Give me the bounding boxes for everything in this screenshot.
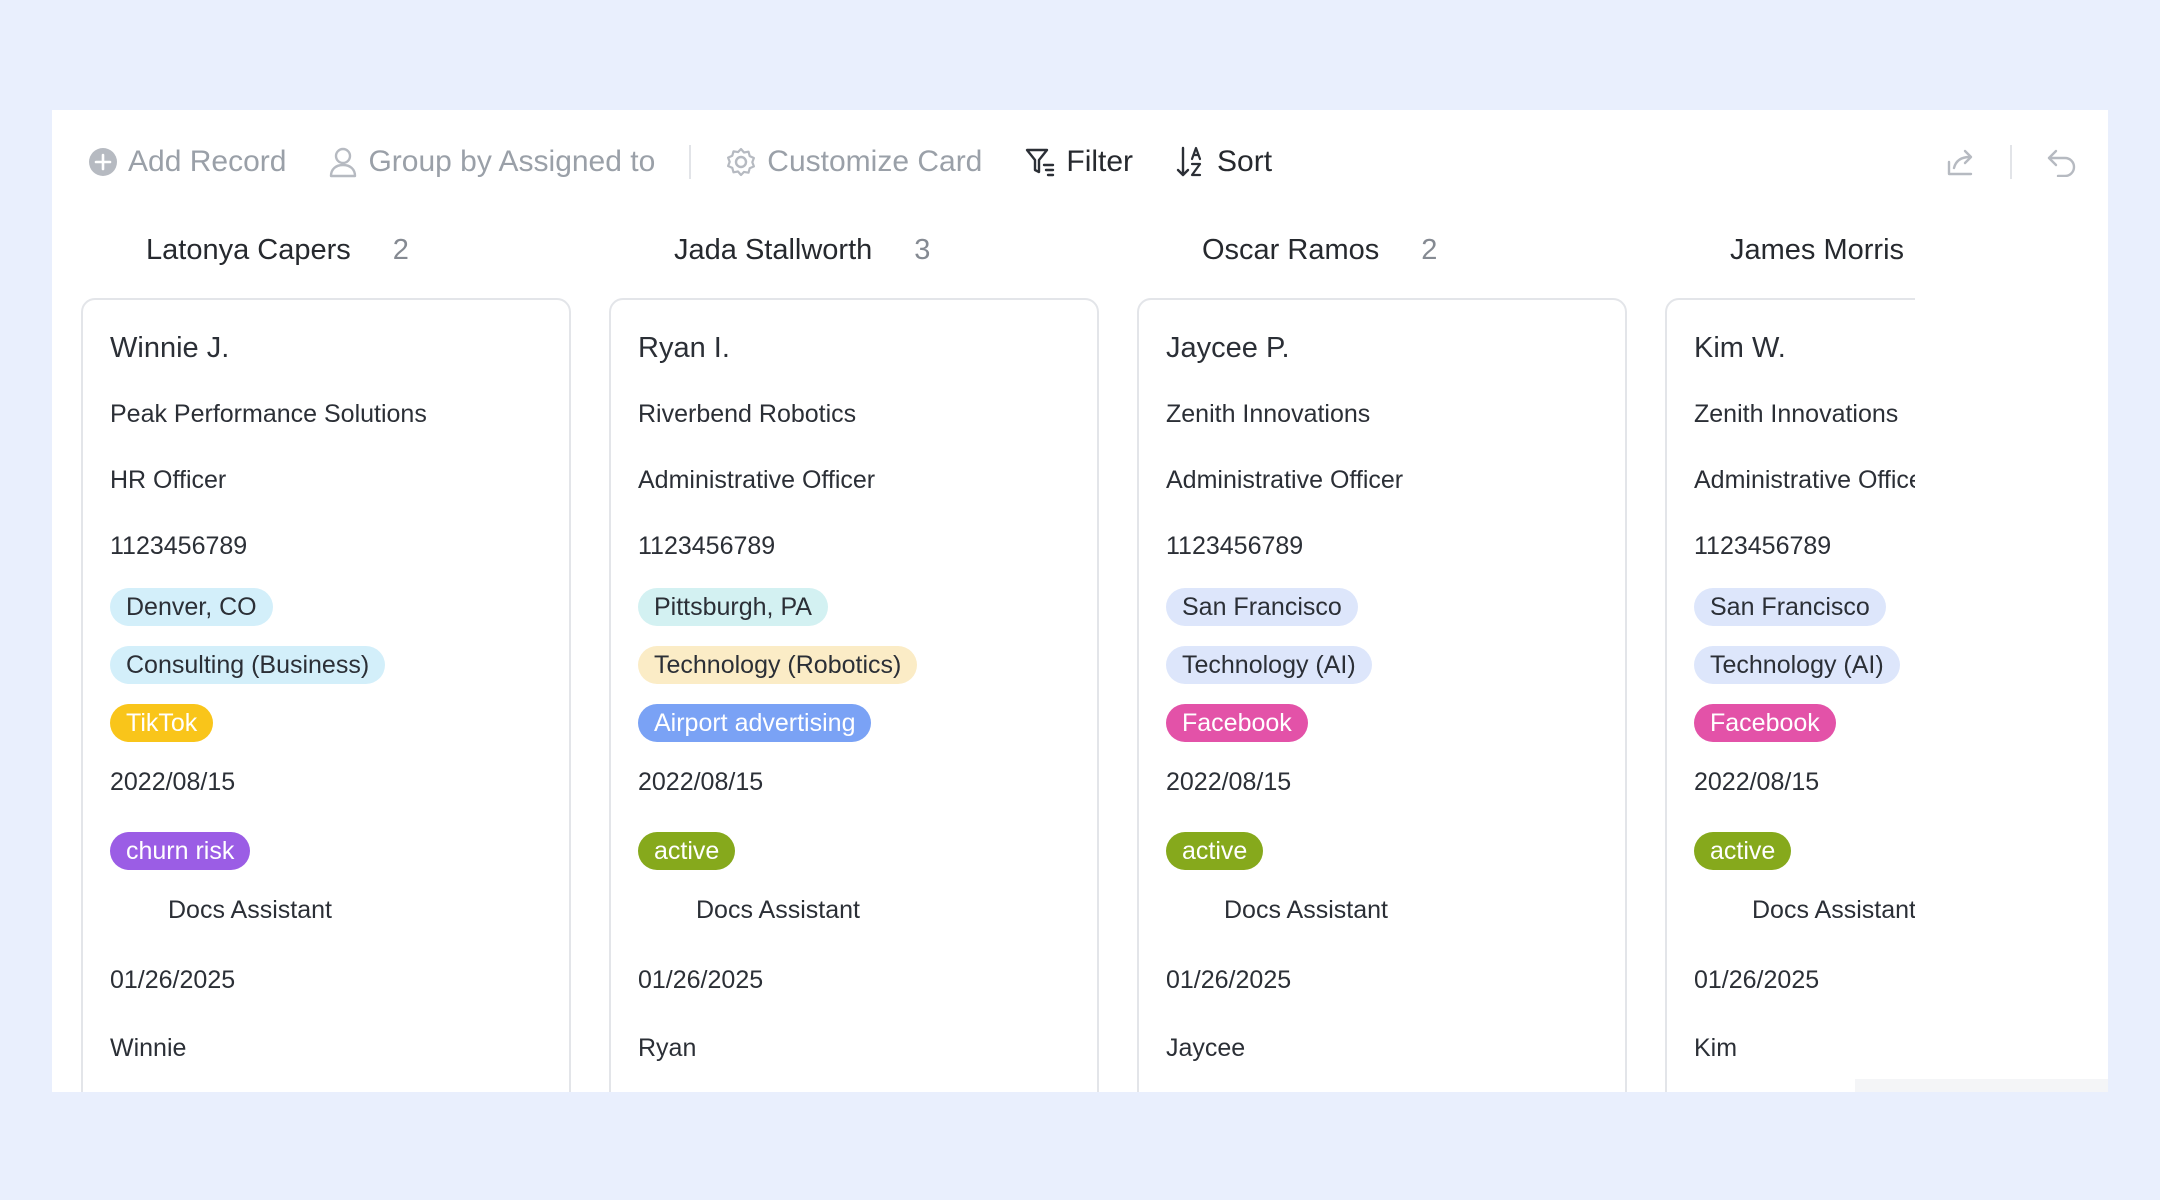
filter-button[interactable]: Filter xyxy=(1024,145,1133,179)
card-updated: 01/26/2025 xyxy=(1694,966,1820,994)
group-by-label: Group by Assigned to xyxy=(368,145,656,178)
kanban-panel: Add Record Group by Assigned to Customiz… xyxy=(52,110,2108,1092)
share-icon[interactable] xyxy=(1946,147,1976,177)
channel-tag: TikTok xyxy=(110,704,214,742)
kanban-board: Latonya Capers 2 Winnie J. Peak Performa… xyxy=(81,204,2081,1092)
column-header[interactable]: Oscar Ramos 2 xyxy=(1137,204,1631,296)
card-date: 2022/08/15 xyxy=(1694,768,1820,796)
toolbar-divider xyxy=(2010,145,2012,179)
card-role: Administrative Officer xyxy=(638,466,876,494)
card-assistant: Docs Assistant xyxy=(168,896,332,924)
card-assistant: Docs Assistant xyxy=(1224,896,1388,924)
record-card[interactable]: Jaycee P. Zenith Innovations Administrat… xyxy=(1137,298,1627,1092)
column-header[interactable]: Jada Stallworth 3 xyxy=(609,204,1103,296)
kanban-column: Latonya Capers 2 Winnie J. Peak Performa… xyxy=(81,204,575,1092)
record-card[interactable]: Winnie J. Peak Performance Solutions HR … xyxy=(81,298,571,1092)
card-phone: 1123456789 xyxy=(1166,532,1304,560)
kanban-column: Oscar Ramos 2 Jaycee P. Zenith Innovatio… xyxy=(1137,204,1631,1092)
status-badge: active xyxy=(1694,832,1792,870)
card-role: HR Officer xyxy=(110,466,227,494)
toolbar-divider xyxy=(689,145,692,179)
card-company: Zenith Innovations xyxy=(1166,400,1371,428)
channel-tag: Airport advertising xyxy=(638,704,872,742)
customize-card-button[interactable]: Customize Card xyxy=(725,145,982,179)
card-assistant: Docs Assistant xyxy=(1752,896,1915,924)
card-viewport: Kim W. Zenith Innovations Administrative… xyxy=(1665,298,1915,1092)
card-name: Winnie J. xyxy=(110,332,230,364)
card-phone: 1123456789 xyxy=(1694,532,1832,560)
status-badge: active xyxy=(638,832,736,870)
card-date: 2022/08/15 xyxy=(1166,768,1292,796)
toolbar-actions xyxy=(1946,132,2078,192)
card-company: Riverbend Robotics xyxy=(638,400,857,428)
card-company: Peak Performance Solutions xyxy=(110,400,427,428)
industry-tag: Consulting (Business) xyxy=(110,646,386,684)
card-contact: Jaycee xyxy=(1166,1034,1246,1062)
customize-card-label: Customize Card xyxy=(767,145,983,178)
column-header[interactable]: James Morris xyxy=(1665,204,2081,296)
horizontal-scrollbar[interactable] xyxy=(1855,1079,2108,1092)
card-name: Ryan I. xyxy=(638,332,730,364)
column-title: Jada Stallworth xyxy=(674,233,873,266)
card-role: Administrative Officer xyxy=(1166,466,1404,494)
record-card[interactable]: Kim W. Zenith Innovations Administrative… xyxy=(1665,298,1915,1092)
industry-tag: Technology (AI) xyxy=(1166,646,1372,684)
card-name: Jaycee P. xyxy=(1166,332,1290,364)
group-by-button[interactable]: Group by Assigned to xyxy=(328,145,655,179)
card-phone: 1123456789 xyxy=(638,532,776,560)
card-date: 2022/08/15 xyxy=(638,768,764,796)
column-count: 2 xyxy=(392,233,409,266)
location-tag: Pittsburgh, PA xyxy=(638,588,828,626)
sort-label: Sort xyxy=(1217,145,1273,178)
card-role: Administrative Officer xyxy=(1694,466,1915,494)
column-title: Oscar Ramos xyxy=(1202,233,1380,266)
card-assistant: Docs Assistant xyxy=(696,896,860,924)
industry-tag: Technology (AI) xyxy=(1694,646,1900,684)
toolbar: Add Record Group by Assigned to Customiz… xyxy=(88,132,2078,192)
card-contact: Ryan xyxy=(638,1034,697,1062)
add-record-button[interactable]: Add Record xyxy=(88,145,286,179)
filter-label: Filter xyxy=(1066,145,1134,178)
channel-tag: Facebook xyxy=(1166,704,1308,742)
undo-icon[interactable] xyxy=(2046,147,2078,177)
location-tag: Denver, CO xyxy=(110,588,273,626)
card-date: 2022/08/15 xyxy=(110,768,236,796)
sort-button[interactable]: Sort xyxy=(1175,145,1272,179)
card-name: Kim W. xyxy=(1694,332,1786,364)
sort-icon xyxy=(1176,146,1202,177)
industry-tag: Technology (Robotics) xyxy=(638,646,918,684)
card-updated: 01/26/2025 xyxy=(1166,966,1292,994)
column-title: James Morris xyxy=(1730,233,1905,266)
card-company: Zenith Innovations xyxy=(1694,400,1899,428)
plus-circle-icon xyxy=(89,148,117,176)
column-count: 3 xyxy=(914,233,931,266)
record-card[interactable]: Ryan I. Riverbend Robotics Administrativ… xyxy=(609,298,1099,1092)
user-icon xyxy=(330,147,357,178)
kanban-column: James Morris Kim W. Zenith Innovations A… xyxy=(1665,204,2081,1092)
location-tag: San Francisco xyxy=(1166,588,1358,626)
card-phone: 1123456789 xyxy=(110,532,248,560)
card-contact: Winnie xyxy=(110,1034,187,1062)
gear-icon xyxy=(727,147,756,177)
column-header[interactable]: Latonya Capers 2 xyxy=(81,204,575,296)
status-badge: churn risk xyxy=(110,832,251,870)
column-count: 2 xyxy=(1421,233,1438,266)
column-title: Latonya Capers xyxy=(146,233,351,266)
channel-tag: Facebook xyxy=(1694,704,1836,742)
add-record-label: Add Record xyxy=(128,145,287,178)
card-contact: Kim xyxy=(1694,1034,1738,1062)
filter-icon xyxy=(1026,148,1055,177)
card-updated: 01/26/2025 xyxy=(638,966,764,994)
card-updated: 01/26/2025 xyxy=(110,966,236,994)
kanban-column: Jada Stallworth 3 Ryan I. Riverbend Robo… xyxy=(609,204,1103,1092)
location-tag: San Francisco xyxy=(1694,588,1886,626)
status-badge: active xyxy=(1166,832,1264,870)
